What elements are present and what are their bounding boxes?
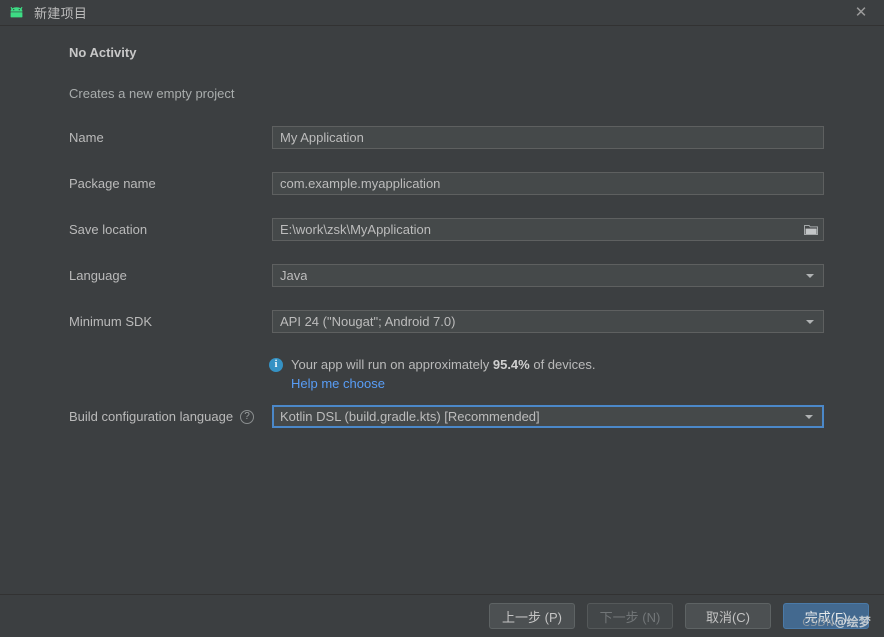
new-project-dialog-body: No Activity Creates a new empty project … xyxy=(0,26,884,594)
window-title: 新建项目 xyxy=(34,6,88,21)
info-icon: i xyxy=(269,357,283,372)
save-location-input[interactable]: E:\work\zsk\MyApplication xyxy=(272,218,824,241)
field-row-package-name: Package name com.example.myapplication xyxy=(69,172,824,195)
label-language: Language xyxy=(69,268,127,283)
question-mark-icon[interactable]: ? xyxy=(240,409,255,424)
name-input-value: My Application xyxy=(280,130,364,145)
label-save-location: Save location xyxy=(69,222,148,237)
template-title: No Activity xyxy=(69,45,137,60)
package-name-input-value: com.example.myapplication xyxy=(280,176,441,191)
minimum-sdk-combobox[interactable]: API 24 ("Nougat"; Android 7.0) xyxy=(272,310,824,333)
build-configuration-language-combobox[interactable]: Kotlin DSL (build.gradle.kts) [Recommend… xyxy=(272,405,824,428)
label-name: Name xyxy=(69,130,104,145)
package-name-input[interactable]: com.example.myapplication xyxy=(272,172,824,195)
android-robot-icon xyxy=(8,5,24,21)
template-description: Creates a new empty project xyxy=(69,86,235,101)
label-minimum-sdk: Minimum SDK xyxy=(69,314,153,329)
label-package-name: Package name xyxy=(69,176,156,191)
info-percent: 95.4% xyxy=(492,357,530,372)
info-text-after: of devices. xyxy=(529,357,596,372)
dialog-button-bar: 上一步 (P) 下一步 (N) 取消(C) 完成(F) CSDN@绘梦 xyxy=(0,594,884,637)
language-combobox[interactable]: Java xyxy=(272,264,824,287)
info-text-before: Your app will run on approximately xyxy=(291,357,493,372)
field-row-name: Name My Application xyxy=(69,126,824,149)
field-row-minimum-sdk: Minimum SDK API 24 ("Nougat"; Android 7.… xyxy=(69,310,824,333)
window-titlebar: 新建项目 ✕ xyxy=(0,0,884,26)
label-build-configuration-language: Build configuration language ? xyxy=(69,409,272,424)
folder-browse-icon[interactable] xyxy=(802,222,820,238)
finish-button[interactable]: 完成(F) xyxy=(783,603,869,629)
minimum-sdk-combobox-value: API 24 ("Nougat"; Android 7.0) xyxy=(280,314,456,329)
help-me-choose-link[interactable]: Help me choose xyxy=(291,376,385,391)
field-row-build-configuration-language: Build configuration language ? Kotlin DS… xyxy=(69,405,824,428)
device-coverage-text: Your app will run on approximately 95.4%… xyxy=(291,357,596,372)
chevron-down-icon[interactable] xyxy=(806,319,814,324)
device-coverage-info: i Your app will run on approximately 95.… xyxy=(269,357,596,372)
build-configuration-language-combobox-value: Kotlin DSL (build.gradle.kts) [Recommend… xyxy=(280,409,540,424)
chevron-down-icon[interactable] xyxy=(806,273,814,278)
field-row-save-location: Save location E:\work\zsk\MyApplication xyxy=(69,218,824,241)
save-location-input-value: E:\work\zsk\MyApplication xyxy=(280,222,431,237)
cancel-button[interactable]: 取消(C) xyxy=(685,603,771,629)
previous-button[interactable]: 上一步 (P) xyxy=(489,603,575,629)
close-icon[interactable]: ✕ xyxy=(848,0,874,25)
language-combobox-value: Java xyxy=(280,268,308,283)
field-row-language: Language Java xyxy=(69,264,824,287)
name-input[interactable]: My Application xyxy=(272,126,824,149)
next-button: 下一步 (N) xyxy=(587,603,673,629)
chevron-down-icon[interactable] xyxy=(805,414,813,419)
label-build-configuration-language-text: Build configuration language xyxy=(69,409,234,424)
